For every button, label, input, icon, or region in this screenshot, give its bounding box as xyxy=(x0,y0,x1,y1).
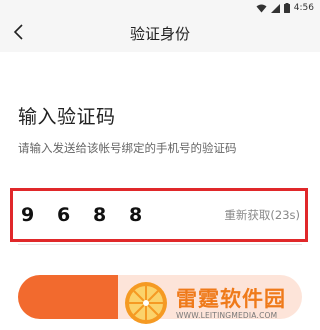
divider xyxy=(18,244,302,245)
status-icons: 4:56 xyxy=(256,2,314,14)
wifi-icon xyxy=(256,4,267,13)
battery-icon xyxy=(283,3,290,13)
verification-code-input[interactable]: 9 6 8 8 重新获取(23s) xyxy=(10,188,308,242)
code-digit-4: 8 xyxy=(129,204,143,226)
page-title: 验证身份 xyxy=(129,25,190,43)
orange-logo-icon xyxy=(122,280,170,330)
code-digit-3: 8 xyxy=(93,204,107,226)
resend-code-button[interactable]: 重新获取(23s) xyxy=(224,191,300,239)
instruction-text: 请输入发送给该帐号绑定的手机号的验证码 xyxy=(18,141,237,155)
signal-icon xyxy=(270,3,280,13)
navigation-bar: 验证身份 xyxy=(0,16,320,52)
watermark: 雷霆软件园 WWW.LEITINGMEDIA.COM xyxy=(118,275,320,329)
section-heading: 输入验证码 xyxy=(18,106,116,128)
code-digit-2: 6 xyxy=(57,204,71,226)
status-bar: 4:56 xyxy=(0,0,320,16)
status-time: 4:56 xyxy=(293,3,314,13)
code-digit-1: 9 xyxy=(21,204,35,226)
watermark-brand: 雷霆软件园 xyxy=(176,287,286,311)
code-digits: 9 6 8 8 xyxy=(21,191,165,239)
watermark-url: WWW.LEITINGMEDIA.COM xyxy=(176,311,278,320)
